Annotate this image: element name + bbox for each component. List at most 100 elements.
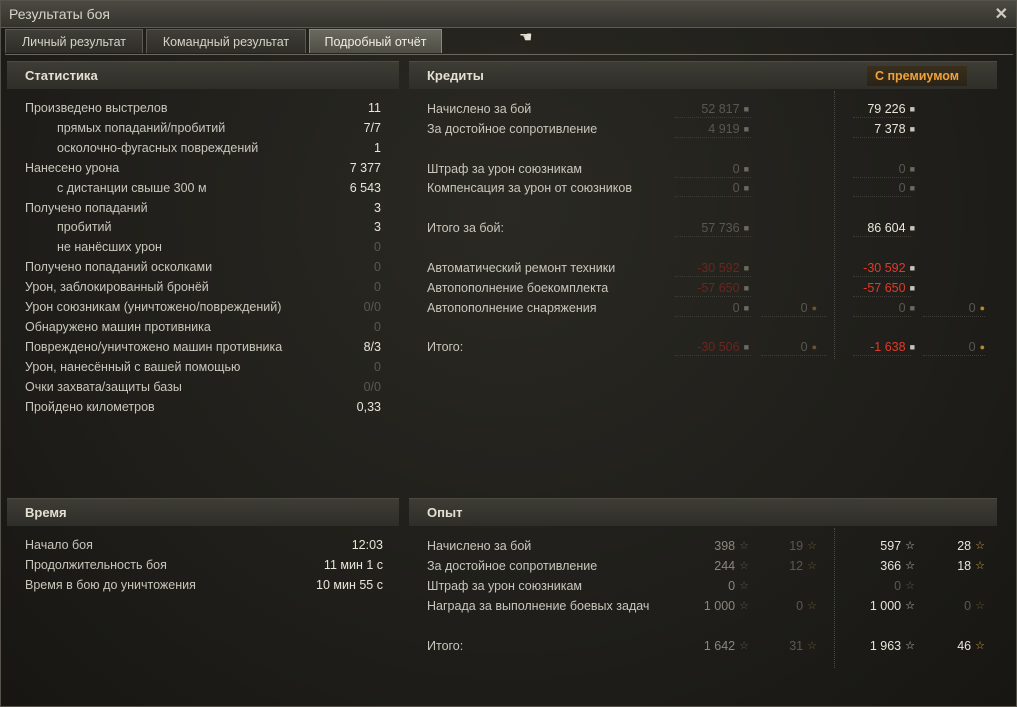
credit-value-text: -57 650 (697, 280, 740, 295)
credit-row: Компенсация за урон от союзников 0 ■ 0 ■ (427, 179, 997, 198)
credit-row: Итого за бой: 57 736 ■ 86 604 ■ (427, 219, 997, 238)
premium-xp-text: 366 (880, 558, 902, 573)
premium-credit-text: 7 378 (874, 121, 906, 136)
credit-value: 57 736 ■ (701, 219, 749, 237)
premium-label: С премиумом (867, 66, 967, 86)
hand-cursor-icon: ☚ (519, 29, 533, 46)
premium-credit-value: 7 378 ■ (874, 120, 915, 138)
credit-coin-icon: ■ (909, 342, 915, 353)
premium-credit-text: 0 (898, 181, 906, 196)
credit-value-text: 57 736 (701, 221, 740, 236)
premium-xp-value: 366 ☆ (880, 557, 915, 575)
credit-coin-icon: ■ (743, 104, 749, 114)
credit-value: 0 ■ (733, 160, 749, 178)
credit-coin-icon: ■ (743, 302, 749, 313)
stat-row: осколочно-фугасных повреждений 1 (25, 139, 385, 157)
time-label: Продолжительность боя (25, 557, 167, 572)
premium-credit-text: -30 592 (863, 260, 906, 275)
premium-free-xp-value: 18 ☆ (957, 557, 985, 575)
credit-coin-icon: ■ (909, 302, 915, 313)
stat-label: Получено попаданий осколками (25, 260, 213, 275)
stat-row: пробитий 3 (25, 218, 385, 236)
free-xp-text: 31 (789, 638, 804, 653)
stat-row: Произведено выстрелов 11 (25, 99, 385, 117)
premium-free-xp-text: 0 (964, 598, 972, 613)
premium-credit-text: 0 (898, 300, 906, 315)
credit-value: -30 506 ■ (697, 338, 749, 356)
stat-row: Пройдено километров 0,33 (25, 398, 385, 416)
time-panel: Время Начало боя 12:03 Продолжительность б… (7, 498, 399, 618)
credit-row: Автоматический ремонт техники -30 592 ■ -30… (427, 259, 997, 277)
xp-value-text: 398 (714, 539, 736, 553)
xp-row: Штраф за урон союзникам 0 ☆ 0 ☆ (427, 577, 997, 595)
stat-value: 0 (374, 359, 381, 374)
credit-coin-icon: ■ (909, 223, 915, 234)
premium-credit-text: 86 604 (867, 221, 906, 236)
tab-divider (5, 54, 1013, 55)
free-xp-value: 12 ☆ (789, 557, 817, 575)
premium-xp-value: 0 ☆ (894, 577, 915, 595)
xp-value: 1 000 ☆ (704, 597, 749, 615)
premium-credit-value: 0 ■ (899, 299, 915, 317)
gold-value-text: 0 (800, 300, 808, 315)
credit-value-text: 0 (732, 181, 740, 196)
stat-value: 3 (374, 200, 381, 215)
dotted-line (761, 315, 827, 317)
close-icon[interactable]: ✕ (995, 4, 1008, 24)
xp-label: Штраф за урон союзникам (427, 578, 583, 593)
stat-value: 0,33 (356, 399, 381, 414)
xp-value-text: 1 000 (703, 598, 736, 613)
star-icon: ☆ (739, 559, 749, 572)
credit-row: Итого: -30 506 ■ 0 ● -1 638 ■ 0 ● (427, 338, 997, 357)
window-title: Результаты боя (9, 6, 111, 22)
stat-label: пробитий (57, 220, 112, 235)
credit-value: -57 650 ■ (697, 279, 749, 297)
credit-label: Автопополнение снаряжения (427, 300, 597, 315)
credit-label: Автоматический ремонт техники (427, 260, 616, 275)
tab-detailed[interactable]: Подробный отчёт (309, 29, 442, 53)
xp-row: Награда за выполнение боевых задач 1 000 ☆… (427, 597, 997, 615)
star-icon: ☆ (739, 599, 749, 612)
premium-free-xp-text: 46 (957, 638, 972, 653)
credit-coin-icon: ■ (743, 183, 749, 194)
premium-gold-text: 0 (968, 300, 976, 315)
credit-value: 4 919 ■ (708, 120, 749, 138)
credit-label: За достойное сопротивление (427, 121, 598, 136)
gold-value-text: 0 (800, 340, 808, 355)
free-xp-value: 0 ☆ (796, 597, 817, 615)
stat-row: прямых попаданий/пробитий 7/7 (25, 119, 385, 137)
tab-personal[interactable]: Личный результат (5, 29, 143, 53)
stat-label: Произведено выстрелов (25, 101, 168, 115)
stat-label: прямых попаданий/пробитий (57, 120, 226, 135)
dotted-line (761, 355, 827, 357)
premium-xp-value: 1 963 ☆ (870, 637, 915, 655)
time-value: 12:03 (351, 538, 383, 552)
premium-credit-value: 0 ■ (899, 179, 915, 197)
titlebar: Результаты боя ✕ (1, 1, 1016, 28)
xp-row: За достойное сопротивление 244 ☆ 12 ☆ 366 ☆ 18 ☆ (427, 557, 997, 575)
gold-value: 0 ● (801, 299, 817, 317)
premium-free-xp-text: 18 (957, 558, 972, 573)
gold-coin-icon: ● (979, 302, 985, 313)
star-icon: ☆ (739, 579, 749, 592)
credit-row: Начислено за бой 52 817 ■ 79 226 ■ (427, 100, 997, 118)
stat-label: осколочно-фугасных повреждений (57, 140, 259, 155)
star-icon: ☆ (739, 540, 749, 552)
xp-value: 398 ☆ (714, 537, 749, 555)
stat-label: Урон, нанесённый с вашей помощью (25, 359, 241, 374)
stat-value: 3 (374, 220, 381, 235)
premium-gold-text: 0 (968, 340, 976, 355)
time-row: Время в бою до уничтожения 10 мин 55 с (25, 576, 385, 594)
premium-xp-value: 1 000 ☆ (870, 597, 915, 615)
tab-team[interactable]: Командный результат (146, 29, 306, 53)
xp-label: Награда за выполнение боевых задач (427, 598, 650, 613)
statistics-header: Статистика (7, 61, 399, 89)
premium-free-xp-value: 0 ☆ (964, 597, 985, 615)
premium-credit-value: -30 592 ■ (863, 259, 915, 277)
xp-label: Итого: (427, 638, 464, 653)
stat-value: 0 (374, 319, 381, 334)
star-icon: ☆ (905, 579, 915, 592)
credit-value-text: 4 919 (708, 121, 740, 136)
credit-row: За достойное сопротивление 4 919 ■ 7 378 ■ (427, 120, 997, 138)
stat-value: 7 377 (349, 160, 381, 175)
